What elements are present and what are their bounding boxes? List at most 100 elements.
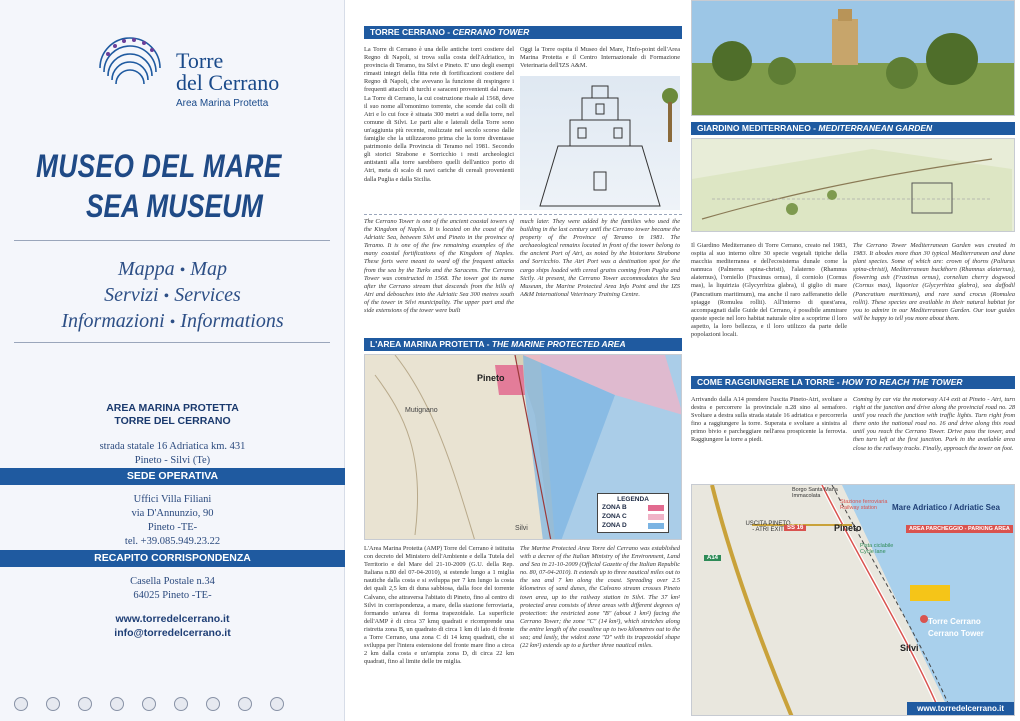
menu-item-services[interactable]: Servizi • Services — [0, 284, 345, 307]
divider — [364, 214, 682, 215]
recapito-line: 64025 Pineto -TE- — [133, 590, 212, 601]
directions-text-en: Coming by car via the motorway A14 exit … — [853, 396, 1015, 452]
torre-del-cerrano-logo: Torre del Cerrano Area Marina Protetta — [90, 28, 310, 118]
partner-logo-icon — [142, 697, 156, 711]
divider — [14, 240, 330, 241]
logo-subtitle: Area Marina Protetta — [176, 98, 269, 109]
partner-logo-icon — [206, 697, 220, 711]
directions-map-drawing — [710, 485, 1014, 715]
menu-item-map[interactable]: Mappa • Map — [0, 258, 345, 281]
section-header-tower: TORRE CERRANO - CERRANO TOWER — [364, 26, 682, 39]
divider — [14, 342, 330, 343]
cover-panel: Torre del Cerrano Area Marina Protetta M… — [0, 0, 345, 721]
legend-row: ZONA D — [602, 521, 664, 530]
contacts-block: www.torredelcerrano.it info@torredelcerr… — [10, 612, 335, 640]
partner-logo-icon — [46, 697, 60, 711]
map-label-parking: AREA PARCHEGGIO - PARKING AREA — [906, 525, 1013, 533]
menu-label-en: Informations — [180, 310, 284, 332]
legend-swatch — [648, 504, 664, 511]
tower-text-en: The Cerrano Tower is one of the ancient … — [364, 218, 514, 315]
amp-info-block: AREA MARINA PROTETTA TORRE DEL CERRANO s… — [10, 402, 335, 468]
partner-logo-icon — [238, 697, 252, 711]
sede-line: Pineto -TE- — [147, 522, 198, 533]
partner-logo-icon — [110, 697, 124, 711]
website-link[interactable]: www.torredelcerrano.it — [10, 612, 335, 626]
header-it: TORRE CERRANO - — [370, 27, 453, 37]
title-sea-museum: SEA MUSEUM — [86, 188, 263, 224]
website-tag[interactable]: www.torredelcerrano.it — [907, 702, 1014, 715]
map-label-silvi: Silvi — [515, 525, 528, 532]
legend-title: LEGENDA — [617, 496, 649, 503]
partner-logo-icon — [174, 697, 188, 711]
directions-map[interactable]: Mare Adriatico / Adriatic Sea Borgo Sant… — [691, 484, 1015, 716]
map-legend: LEGENDA ZONA B ZONA C ZONA D — [597, 493, 669, 533]
map-label-pineto: Pineto — [834, 523, 862, 533]
legend-swatch — [648, 513, 664, 520]
tower-text-it-2: Oggi la Torre ospita il Museo del Mare, … — [520, 46, 680, 70]
phone-number[interactable]: tel. +39.085.949.23.22 — [10, 535, 335, 549]
map-label-borgo: Borgo Santa Maria Immacolata — [792, 487, 838, 499]
tower-drawing-icon — [539, 85, 678, 207]
tower-text-it: La Torre di Cerrano è una delle antiche … — [364, 46, 514, 183]
header-it: L'AREA MARINA PROTETTA - — [370, 339, 492, 349]
legend-label: ZONA C — [602, 513, 627, 520]
header-it: COME RAGGIUNGERE LA TORRE - — [697, 377, 842, 387]
bullet: • — [169, 314, 176, 331]
bullet: • — [179, 262, 186, 279]
map-label-mutignano: Mutignano — [405, 407, 438, 414]
recapito-block: RECAPITO CORRISPONDENZA Casella Postale … — [0, 550, 345, 603]
partner-logo-icon — [270, 697, 284, 711]
legend-label: ZONA D — [602, 522, 627, 529]
directions-text-it: Arrivando dalla A14 prendere l'uscita Pi… — [691, 396, 847, 444]
garden-panel: GIARDINO MEDITERRANEO - MEDITERRANEAN GA… — [685, 0, 1020, 721]
ss16-icon: SS 16 — [784, 525, 807, 531]
map-label-pineto: Pineto — [477, 373, 505, 383]
amp-city: Pineto - Silvi (Te) — [134, 455, 211, 466]
title-museo-del-mare: MUSEO DEL MARE — [36, 148, 282, 184]
a14-icon: A14 — [704, 555, 722, 561]
legend-swatch — [648, 522, 664, 529]
amp-heading: AREA MARINA PROTETTA — [106, 402, 239, 414]
map-label-sea: Mare Adriatico / Adriatic Sea — [892, 503, 1000, 512]
bullet: • — [163, 288, 170, 305]
header-en: MEDITERRANEAN GARDEN — [818, 123, 933, 133]
menu-item-informations[interactable]: Informazioni • Informations — [0, 310, 345, 333]
tower-panel: TORRE CERRANO - CERRANO TOWER La Torre d… — [348, 0, 682, 721]
partner-logo-icon — [14, 697, 28, 711]
menu-label-en: Map — [190, 258, 227, 280]
amp-address: strada statale 16 Adriatica km. 431 — [99, 441, 246, 452]
mpa-text-en: The Marine Protected Area Torre del Cerr… — [520, 545, 680, 650]
sede-line: Uffici Villa Filiani — [133, 494, 212, 505]
header-it: GIARDINO MEDITERRANEO - — [697, 123, 819, 133]
mpa-text-it: L'Area Marina Protetta (AMP) Torre del C… — [364, 545, 514, 666]
map-label-cycle-lane: Pista ciclabile Cycle lane — [860, 543, 894, 555]
tower-illustration — [520, 76, 680, 210]
legend-row: ZONA B — [602, 503, 664, 512]
map-label-silvi: Silvi — [900, 643, 919, 653]
garden-photo-drawing — [692, 1, 1014, 115]
menu-label-it: Mappa — [118, 258, 175, 280]
email-link[interactable]: info@torredelcerrano.it — [10, 626, 335, 640]
mpa-map[interactable]: Pineto Mutignano Silvi LEGENDA ZONA B ZO… — [364, 354, 682, 540]
garden-plan-drawing — [692, 149, 1012, 231]
recapito-heading: RECAPITO CORRISPONDENZA — [0, 550, 345, 567]
map-label-torre: Torre Cerrano — [928, 617, 981, 626]
sede-block: SEDE OPERATIVA Uffici Villa Filiani via … — [0, 468, 345, 549]
legend-row: ZONA C — [602, 512, 664, 521]
header-en: CERRANO TOWER — [452, 27, 530, 37]
logo-title-line2: del Cerrano — [176, 70, 280, 95]
tower-text-en-2: much later. They were added by the famil… — [520, 218, 680, 298]
sede-line: via D'Annunzio, 90 — [131, 508, 214, 519]
recapito-line: Casella Postale n.34 — [130, 576, 215, 587]
amp-heading-2: TORRE DEL CERRANO — [114, 415, 231, 427]
garden-plan — [691, 138, 1015, 232]
legend-label: ZONA B — [602, 504, 627, 511]
map-label-station: Stazione ferroviaria Railway station — [840, 499, 888, 511]
menu-label-en: Services — [174, 284, 241, 306]
menu-label-it: Servizi — [104, 284, 159, 306]
section-header-garden: GIARDINO MEDITERRANEO - MEDITERRANEAN GA… — [691, 122, 1015, 135]
garden-text-en: The Cerrano Tower Mediterranean Garden w… — [853, 242, 1015, 322]
header-en: HOW TO REACH THE TOWER — [841, 377, 963, 387]
partner-logo-icon — [78, 697, 92, 711]
partner-logos — [14, 695, 334, 713]
